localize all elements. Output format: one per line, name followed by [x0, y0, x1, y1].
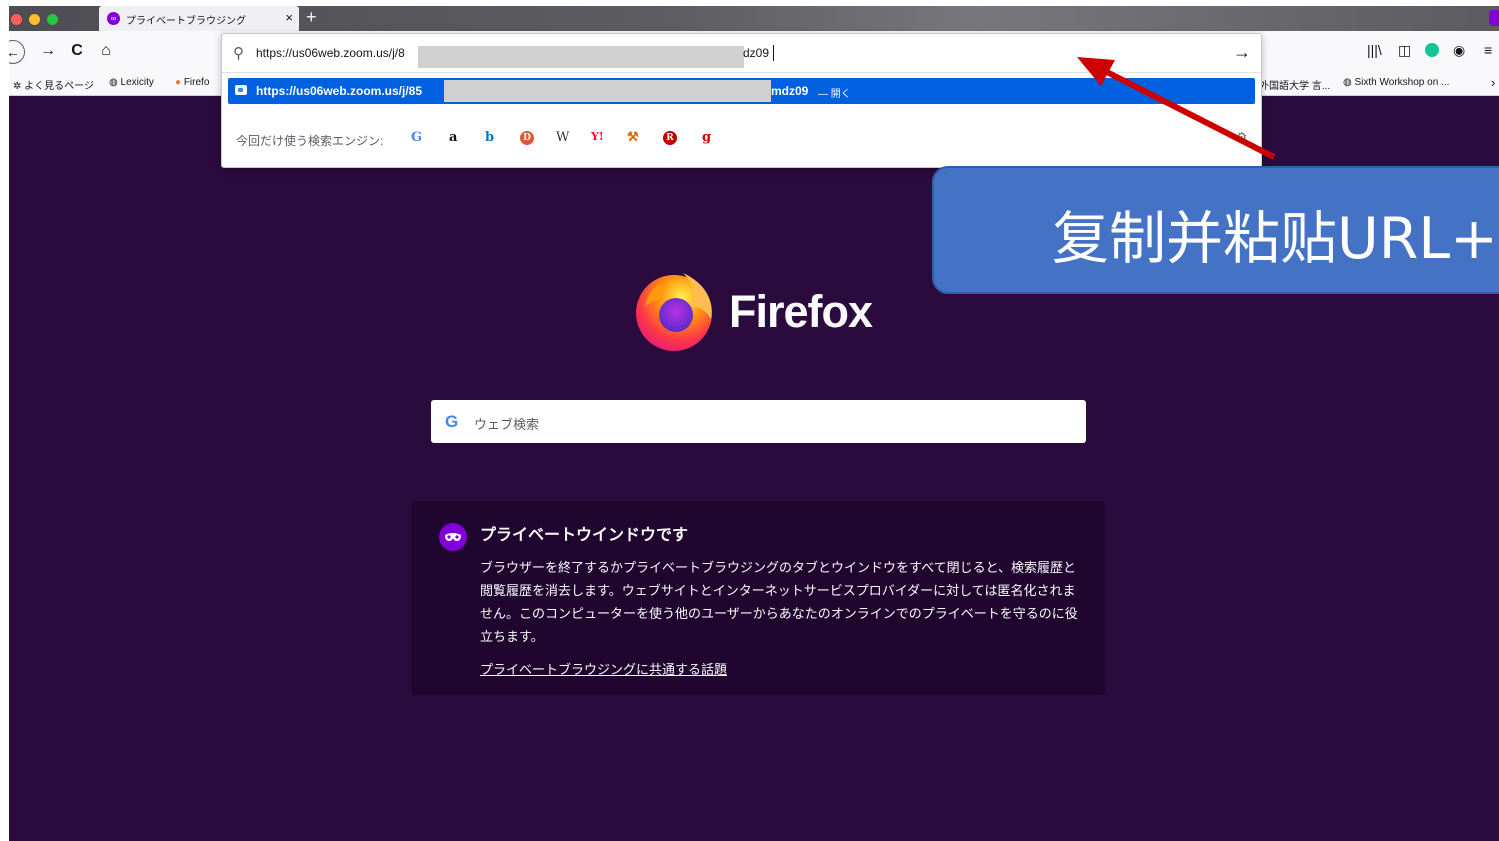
card-body: ブラウザーを終了するかプライベートブラウジングのタブとウインドウをすべて閉じると…	[480, 560, 1078, 644]
private-browsing-faq-link[interactable]: プライベートブラウジングに共通する話題	[480, 659, 727, 678]
home-button[interactable]: ⌂	[95, 40, 117, 62]
tab-strip: ∞ プライベートブラウジング × +	[9, 6, 1499, 31]
search-engine-auction-icon[interactable]: ⚒	[627, 130, 639, 145]
private-mask-icon	[439, 523, 467, 551]
annotation-arrow	[1077, 57, 1276, 160]
search-engine-wikipedia-icon[interactable]: W	[556, 130, 569, 145]
one-off-search-label: 今回だけ使う検索エンジン:	[236, 134, 384, 148]
redaction-box	[418, 46, 744, 68]
suggestion-url-end: mdz09	[771, 84, 809, 98]
bookmark-label: よく見るページ	[24, 81, 94, 92]
bookmark-label: Firefo	[183, 77, 210, 88]
zoom-window-button[interactable]	[47, 14, 58, 25]
library-icon[interactable]: |||\	[1367, 42, 1382, 58]
account-icon[interactable]: ◉	[1453, 42, 1465, 59]
bookmark-lexicity[interactable]: ◍ Lexicity	[109, 77, 154, 88]
search-engine-google-icon[interactable]: G	[411, 130, 422, 145]
callout-text: 复制并粘贴URL+	[1052, 206, 1498, 272]
search-engine-duckduckgo-icon[interactable]: D	[520, 131, 534, 145]
tab-close-button[interactable]: ×	[285, 10, 293, 25]
search-engine-yahoo-icon[interactable]: Y!	[591, 130, 604, 143]
private-window-info-card: プライベートウインドウです ブラウザーを終了するかプライベートブラウジングのタブ…	[411, 501, 1105, 695]
search-icon: ⚲	[233, 45, 244, 62]
minimize-window-button[interactable]	[29, 14, 40, 25]
bookmark-sixth-workshop[interactable]: ◍ Sixth Workshop on ...	[1343, 77, 1449, 88]
reload-button[interactable]: C	[66, 40, 88, 62]
suggestion-url-start: https://us06web.zoom.us/j/85	[256, 84, 423, 98]
zoom-favicon-icon	[235, 85, 247, 95]
card-title: プライベートウインドウです	[480, 527, 689, 544]
web-search-box[interactable]: G ウェブ検索	[431, 400, 1086, 443]
text-caret	[773, 45, 774, 61]
search-placeholder: ウェブ検索	[474, 417, 540, 432]
grammarly-icon[interactable]	[1425, 43, 1439, 57]
firefox-logo	[636, 273, 712, 351]
private-browsing-indicator-icon	[1489, 10, 1499, 26]
bookmarks-overflow-chevron-icon[interactable]: ›	[1491, 75, 1495, 90]
search-engine-rakuten-icon[interactable]: R	[663, 131, 677, 145]
url-value-end: dz09	[743, 46, 770, 60]
back-button[interactable]: ←	[9, 40, 25, 64]
close-window-button[interactable]	[11, 14, 22, 25]
search-engine-bing-icon[interactable]: b	[485, 130, 494, 145]
url-value-start: https://us06web.zoom.us/j/8	[256, 46, 405, 60]
browser-window: ∞ プライベートブラウジング × + ← → C ⌂ |||\ ◫ ◉ ≡ ✲ …	[9, 6, 1499, 841]
menu-icon[interactable]: ≡	[1484, 42, 1492, 58]
private-mask-icon: ∞	[107, 12, 120, 25]
bookmark-label: Lexicity	[120, 77, 154, 88]
forward-button[interactable]: →	[37, 40, 59, 62]
search-engine-amazon-icon[interactable]: a	[449, 130, 457, 145]
tab-private-browsing[interactable]: ∞ プライベートブラウジング ×	[99, 6, 299, 31]
google-icon: G	[445, 412, 459, 431]
search-engine-goo-icon[interactable]: g	[702, 130, 711, 145]
new-tab-button[interactable]: +	[306, 7, 317, 28]
suggestion-action: — 開く	[818, 89, 851, 100]
bookmark-most-visited[interactable]: ✲ よく見るページ	[13, 77, 94, 92]
bookmark-label: Sixth Workshop on ...	[1354, 77, 1450, 88]
tab-title: プライベートブラウジング	[126, 16, 246, 27]
instruction-callout: 复制并粘贴URL+	[932, 166, 1499, 294]
redaction-box	[444, 80, 771, 102]
bookmark-firefox[interactable]: ● Firefo	[175, 77, 209, 88]
sidebar-icon[interactable]: ◫	[1398, 42, 1411, 59]
firefox-wordmark: Firefox	[729, 286, 873, 337]
